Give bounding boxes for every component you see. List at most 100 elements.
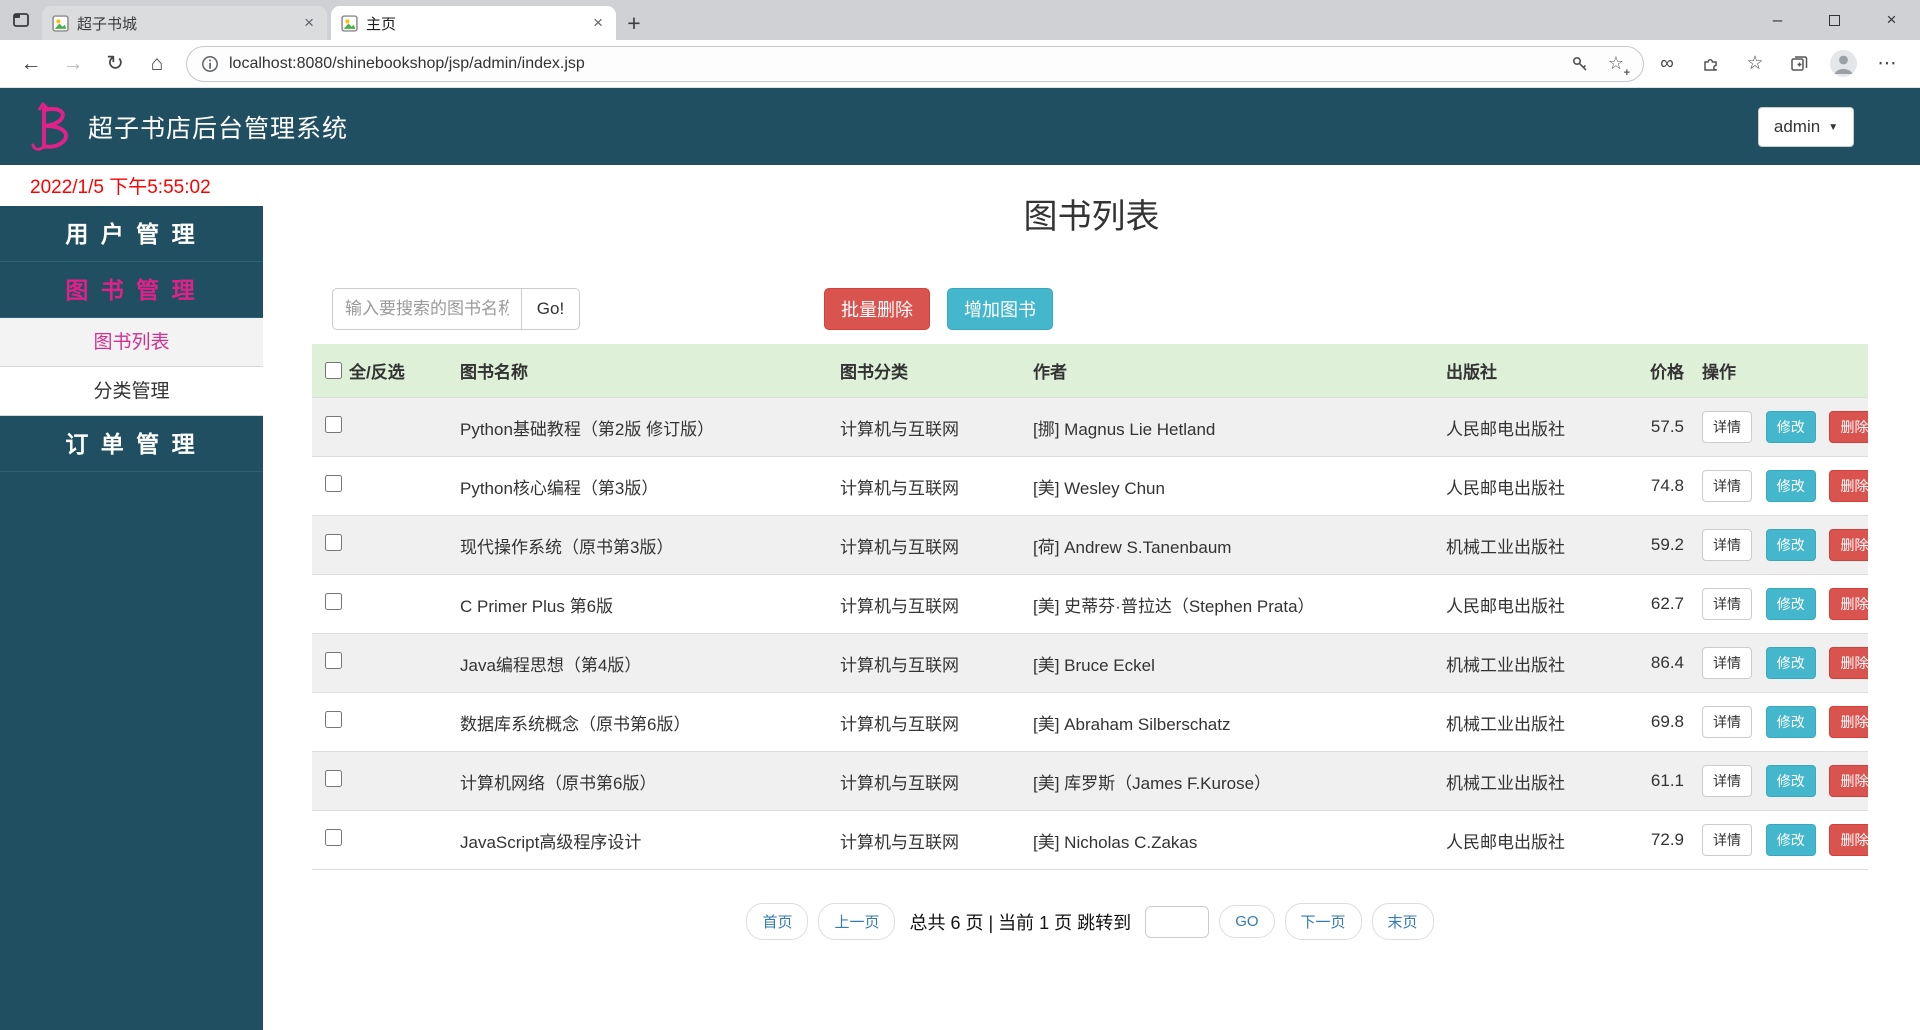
jump-page-input[interactable]	[1145, 905, 1210, 938]
delete-button[interactable]: 删除	[1829, 706, 1868, 738]
book-price: 72.9	[1616, 810, 1694, 870]
book-price: 61.1	[1616, 751, 1694, 811]
new-tab-button[interactable]: +	[616, 6, 652, 40]
site-info-icon[interactable]	[201, 55, 219, 73]
edit-button[interactable]: 修改	[1765, 470, 1816, 502]
book-publisher: 机械工业出版社	[1438, 633, 1616, 693]
extensions-icon[interactable]	[1696, 49, 1726, 79]
edit-button[interactable]: 修改	[1765, 529, 1816, 561]
edit-button[interactable]: 修改	[1765, 706, 1816, 738]
password-key-icon[interactable]	[1567, 51, 1593, 77]
book-category: 计算机与互联网	[832, 456, 1025, 516]
close-button[interactable]: ×	[1863, 0, 1920, 40]
browser-tab-shop[interactable]: 超子书城 ×	[42, 6, 327, 40]
book-price: 74.8	[1616, 456, 1694, 516]
batch-delete-button[interactable]: 批量删除	[824, 288, 930, 330]
sidebar: 用 户 管 理 图 书 管 理 图书列表 分类管理 订 单 管 理	[0, 206, 263, 1030]
delete-button[interactable]: 删除	[1829, 411, 1868, 443]
row-select-checkbox[interactable]	[325, 711, 342, 728]
sidebar-item-category-management[interactable]: 分类管理	[0, 367, 263, 416]
detail-button[interactable]: 详情	[1702, 470, 1752, 502]
header-book-category: 图书分类	[832, 344, 1025, 398]
left-column: 2022/1/5 下午5:55:02 用 户 管 理 图 书 管 理 图书列表 …	[0, 165, 263, 1030]
favorites-icon[interactable]: ☆	[1740, 49, 1770, 79]
address-bar[interactable]: localhost:8080/shinebookshop/jsp/admin/i…	[186, 45, 1644, 82]
row-select-checkbox[interactable]	[325, 593, 342, 610]
book-name: Python基础教程（第2版 修订版）	[452, 397, 832, 457]
book-name: JavaScript高级程序设计	[452, 810, 832, 870]
select-all-checkbox[interactable]	[325, 362, 342, 379]
detail-button[interactable]: 详情	[1702, 411, 1752, 443]
search-go-button[interactable]: Go!	[522, 288, 580, 330]
row-select-checkbox[interactable]	[325, 416, 342, 433]
detail-button[interactable]: 详情	[1702, 529, 1752, 561]
table-row: 数据库系统概念（原书第6版） 计算机与互联网 [美] Abraham Silbe…	[312, 692, 1868, 752]
window-controls: – ×	[1749, 0, 1920, 40]
loop-infinity-icon[interactable]: ∞	[1652, 49, 1682, 79]
tab-actions-menu-icon[interactable]	[0, 0, 42, 40]
delete-button[interactable]: 删除	[1829, 529, 1868, 561]
profile-avatar[interactable]	[1828, 49, 1858, 79]
edit-button[interactable]: 修改	[1765, 647, 1816, 679]
book-price: 86.4	[1616, 633, 1694, 693]
book-author: [荷] Andrew S.Tanenbaum	[1025, 515, 1438, 575]
sidebar-item-book-management[interactable]: 图 书 管 理	[0, 262, 263, 318]
detail-button[interactable]: 详情	[1702, 706, 1752, 738]
tab-title: 超子书城	[77, 15, 138, 33]
book-publisher: 人民邮电出版社	[1438, 810, 1616, 870]
delete-button[interactable]: 删除	[1829, 588, 1868, 620]
sidebar-item-book-list[interactable]: 图书列表	[0, 318, 263, 367]
table-row: Python核心编程（第3版） 计算机与互联网 [美] Wesley Chun …	[312, 456, 1868, 516]
browser-tab-home[interactable]: 主页 ×	[331, 6, 616, 40]
admin-menu-button[interactable]: admin ▼	[1758, 107, 1854, 147]
delete-button[interactable]: 删除	[1829, 470, 1868, 502]
toolbar: Go! 批量删除 增加图书	[332, 288, 1920, 330]
book-publisher: 机械工业出版社	[1438, 692, 1616, 752]
add-favorite-icon[interactable]: ☆ +	[1603, 51, 1630, 79]
refresh-icon[interactable]: ↻	[94, 44, 136, 84]
detail-button[interactable]: 详情	[1702, 647, 1752, 679]
settings-more-icon[interactable]: ⋯	[1872, 49, 1902, 79]
minimize-button[interactable]: –	[1749, 0, 1806, 40]
row-select-checkbox[interactable]	[325, 534, 342, 551]
row-select-checkbox[interactable]	[325, 829, 342, 846]
book-category: 计算机与互联网	[832, 515, 1025, 575]
jump-go-button[interactable]: GO	[1219, 905, 1275, 938]
home-icon[interactable]: ⌂	[136, 44, 178, 84]
edit-button[interactable]: 修改	[1765, 411, 1816, 443]
last-page-button[interactable]: 末页	[1371, 903, 1434, 940]
add-book-button[interactable]: 增加图书	[947, 288, 1053, 330]
delete-button[interactable]: 删除	[1829, 647, 1868, 679]
table-row: Java编程思想（第4版） 计算机与互联网 [美] Bruce Eckel 机械…	[312, 633, 1868, 693]
detail-button[interactable]: 详情	[1702, 824, 1752, 856]
row-select-checkbox[interactable]	[325, 770, 342, 787]
sidebar-item-user-management[interactable]: 用 户 管 理	[0, 206, 263, 262]
first-page-button[interactable]: 首页	[746, 903, 809, 940]
book-price: 62.7	[1616, 574, 1694, 634]
delete-button[interactable]: 删除	[1829, 765, 1868, 797]
search-input[interactable]	[332, 288, 522, 330]
tab-close-icon[interactable]: ×	[301, 13, 317, 33]
maximize-button[interactable]	[1806, 0, 1863, 40]
row-select-checkbox[interactable]	[325, 652, 342, 669]
edit-button[interactable]: 修改	[1765, 765, 1816, 797]
book-category: 计算机与互联网	[832, 810, 1025, 870]
prev-page-button[interactable]: 上一页	[818, 903, 896, 940]
book-author: [美] Wesley Chun	[1025, 456, 1438, 516]
detail-button[interactable]: 详情	[1702, 588, 1752, 620]
tab-actions-icon	[13, 13, 29, 27]
chevron-down-icon: ▼	[1828, 121, 1839, 133]
detail-button[interactable]: 详情	[1702, 765, 1752, 797]
edit-button[interactable]: 修改	[1765, 824, 1816, 856]
forward-icon[interactable]: →	[52, 44, 94, 84]
back-icon[interactable]: ←	[10, 44, 52, 84]
delete-button[interactable]: 删除	[1829, 824, 1868, 856]
tab-close-icon[interactable]: ×	[590, 13, 606, 33]
search-group: Go!	[332, 288, 580, 330]
book-price: 57.5	[1616, 397, 1694, 457]
collections-icon[interactable]	[1784, 49, 1814, 79]
row-select-checkbox[interactable]	[325, 475, 342, 492]
edit-button[interactable]: 修改	[1765, 588, 1816, 620]
sidebar-item-order-management[interactable]: 订 单 管 理	[0, 416, 263, 472]
next-page-button[interactable]: 下一页	[1284, 903, 1362, 940]
